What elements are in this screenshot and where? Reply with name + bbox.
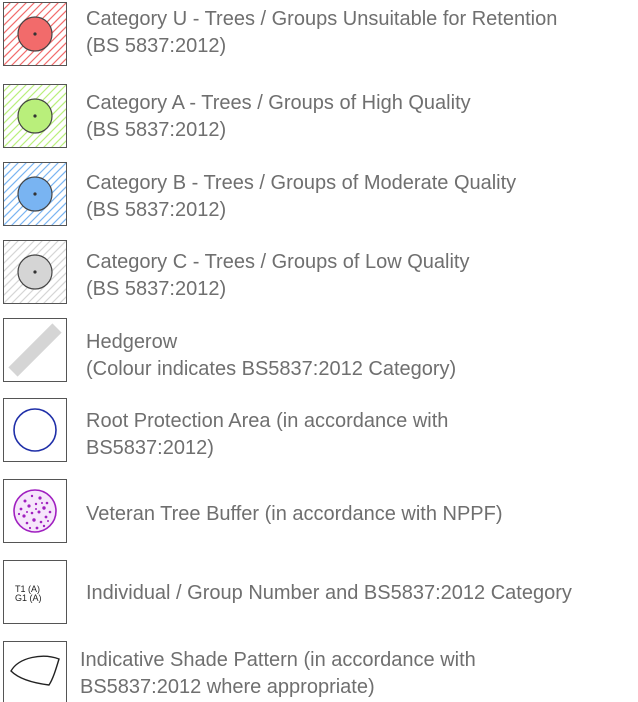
tree-number-tag-icon: T1 (A) G1 (A) bbox=[3, 560, 67, 624]
legend-item-label: Category U - Trees / Groups Unsuitable f… bbox=[86, 8, 558, 30]
legend-item-sublabel: BS5837:2012 where appropriate) bbox=[80, 676, 375, 698]
legend: { "legend": { "items": [ { "line1": "Cat… bbox=[0, 0, 638, 702]
legend-item-sublabel: (BS 5837:2012) bbox=[86, 278, 227, 300]
shade-pattern-icon bbox=[3, 641, 67, 702]
legend-item-sublabel: (BS 5837:2012) bbox=[86, 119, 227, 141]
legend-item-label: Category B - Trees / Groups of Moderate … bbox=[86, 172, 517, 194]
legend-item-sublabel: (Colour indicates BS5837:2012 Category) bbox=[86, 358, 457, 380]
root-protection-circle-icon bbox=[3, 398, 67, 462]
group-tag-label: G1 (A) bbox=[15, 593, 42, 603]
category-u-hatched-circle-icon bbox=[3, 2, 67, 66]
legend-item-sublabel: (BS 5837:2012) bbox=[86, 35, 227, 57]
legend-item-sublabel: BS5837:2012) bbox=[86, 437, 214, 459]
category-a-hatched-circle-icon bbox=[3, 84, 67, 148]
legend-item-label: Category C - Trees / Groups of Low Quali… bbox=[86, 251, 470, 273]
category-b-hatched-circle-icon bbox=[3, 162, 67, 226]
legend-item-label: Root Protection Area (in accordance with bbox=[86, 410, 449, 432]
legend-item-label: Hedgerow bbox=[86, 331, 178, 353]
veteran-tree-buffer-icon bbox=[3, 479, 67, 543]
legend-item-label: Category A - Trees / Groups of High Qual… bbox=[86, 92, 471, 114]
hedgerow-icon bbox=[3, 318, 67, 382]
category-c-hatched-circle-icon bbox=[3, 240, 67, 304]
legend-item-label: Indicative Shade Pattern (in accordance … bbox=[80, 649, 476, 671]
legend-item-label: Individual / Group Number and BS5837:201… bbox=[86, 582, 572, 604]
legend-item-label: Veteran Tree Buffer (in accordance with … bbox=[86, 503, 503, 525]
legend-item-sublabel: (BS 5837:2012) bbox=[86, 199, 227, 221]
